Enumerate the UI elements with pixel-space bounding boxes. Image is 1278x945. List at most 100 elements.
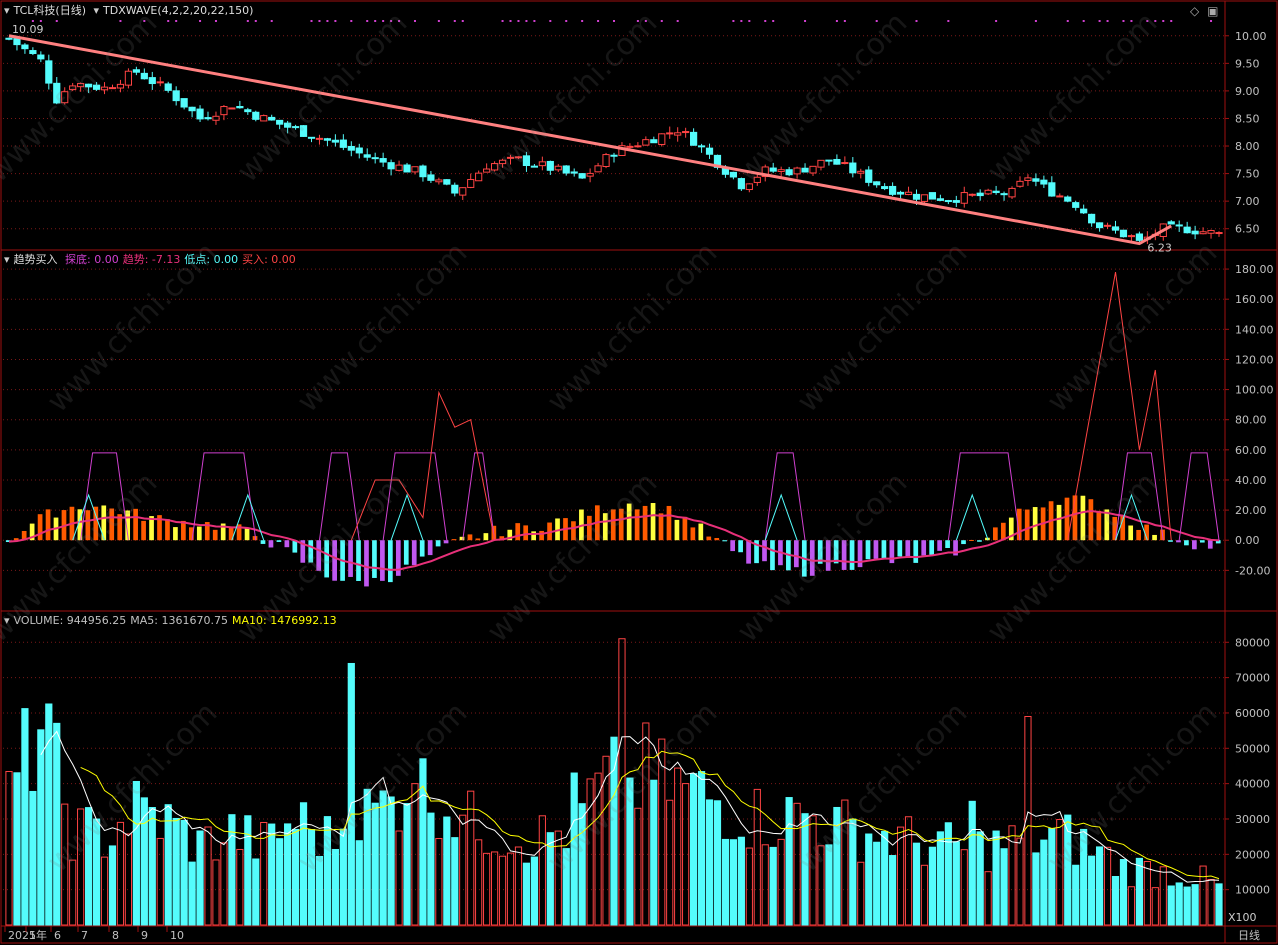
- candle: [682, 131, 690, 134]
- candle: [427, 174, 435, 181]
- y-tick-label: 8.50: [1235, 112, 1260, 125]
- candle: [833, 158, 841, 165]
- trend-bar: [666, 505, 672, 541]
- trend-bar: [913, 540, 919, 563]
- signal-dot: [501, 20, 504, 22]
- candle: [1040, 179, 1048, 185]
- volume-bar: [968, 800, 976, 926]
- signal-dot: [270, 20, 273, 22]
- candle: [666, 132, 674, 135]
- volume-bar: [729, 839, 738, 926]
- volume-bar: [769, 846, 777, 926]
- volume-bar: [984, 871, 992, 926]
- y-tick-label: 160.00: [1235, 293, 1274, 306]
- volume-bar: [355, 840, 363, 926]
- signal-trapezoid: [764, 452, 806, 541]
- candle: [355, 147, 363, 154]
- trend-bar: [181, 520, 186, 541]
- volume-bar: [443, 816, 451, 926]
- y-tick-label: 10.00: [1235, 30, 1267, 43]
- volume-bar: [1032, 852, 1040, 926]
- signal-dot: [509, 20, 512, 22]
- x-tick-label: 2021年: [8, 928, 47, 942]
- candle: [1095, 222, 1104, 229]
- signal-dot: [748, 20, 751, 22]
- volume-bar: [188, 861, 196, 926]
- y-tick-label: 120.00: [1235, 353, 1274, 366]
- signal-dot: [676, 20, 679, 22]
- signal-dot: [334, 20, 337, 22]
- trend-bar: [443, 540, 449, 544]
- volume-bar: [506, 852, 515, 926]
- collapse-icon[interactable]: ▾: [4, 4, 10, 17]
- trend-bar: [1207, 540, 1213, 549]
- candle: [116, 83, 125, 89]
- signal-dot: [764, 20, 767, 22]
- candle: [339, 139, 347, 148]
- signal-dot: [437, 20, 440, 22]
- signal-dot: [835, 20, 838, 22]
- volume-bar: [1183, 886, 1191, 926]
- candle: [1008, 187, 1016, 198]
- volume-bar: [212, 859, 220, 926]
- volume-bar: [1111, 876, 1120, 926]
- trend-bar: [419, 540, 425, 557]
- y-tick-label: 80.00: [1235, 414, 1267, 427]
- volume-bar: [785, 797, 793, 926]
- volume-bar: [13, 772, 21, 926]
- trend-bar: [284, 540, 290, 548]
- signal-dot: [1170, 20, 1173, 22]
- trend-bar: [1184, 540, 1189, 546]
- candle: [5, 37, 13, 40]
- signal-dot: [1082, 20, 1085, 22]
- volume-bar: [1072, 864, 1080, 926]
- volume-bar: [100, 856, 109, 926]
- trend-bar: [141, 520, 146, 541]
- trend-bar: [746, 540, 751, 564]
- trend-bar: [1136, 529, 1141, 541]
- volume-bar: [873, 841, 881, 926]
- candle: [403, 164, 411, 173]
- signal-dot: [1162, 20, 1165, 22]
- signal-dot: [525, 20, 528, 22]
- candle: [148, 77, 156, 85]
- trend-bar: [650, 503, 656, 541]
- diamond-icon[interactable]: ◇: [1190, 4, 1199, 18]
- trend-bar: [244, 527, 250, 541]
- trend-bar: [921, 540, 927, 556]
- trend-bar: [173, 527, 178, 541]
- volume-bar: [522, 862, 531, 926]
- candle: [1088, 213, 1096, 224]
- candle: [220, 106, 228, 116]
- candle: [156, 81, 164, 84]
- signal-dot: [517, 20, 520, 22]
- volume-bar: [1127, 886, 1136, 926]
- candle: [204, 117, 212, 120]
- legend-item: 探底: 0.00: [65, 253, 119, 266]
- candle: [315, 137, 324, 140]
- candle: [674, 132, 682, 136]
- volume-bar: [920, 864, 929, 926]
- restore-icon[interactable]: ▣: [1207, 4, 1218, 18]
- trend-bar: [515, 523, 521, 541]
- candle: [244, 109, 252, 113]
- signal-dot: [1098, 20, 1101, 22]
- y-tick-label: 8.00: [1235, 140, 1260, 153]
- trend-bar: [993, 527, 998, 541]
- volume-bar: [403, 803, 411, 926]
- candle: [411, 166, 419, 173]
- signal-cyan: [955, 493, 989, 541]
- y-axis-labels: 6.50 7.00 7.50 8.00 8.50 9.00 9.50 10.00 -20.00 0…: [1225, 30, 1274, 897]
- trend-bar: [483, 533, 489, 541]
- collapse-icon[interactable]: ▾: [4, 253, 10, 266]
- trend-bar: [451, 539, 457, 541]
- trend-bar: [380, 540, 385, 581]
- signal-dot: [549, 20, 552, 22]
- trend-bar: [1192, 540, 1197, 550]
- trend-bar: [1168, 540, 1173, 542]
- x-tick-label: 7: [81, 929, 88, 942]
- trend-bar: [682, 516, 688, 541]
- volume-bar: [1191, 884, 1199, 926]
- collapse-icon[interactable]: ▾: [94, 4, 100, 17]
- volume-bar: [745, 847, 753, 926]
